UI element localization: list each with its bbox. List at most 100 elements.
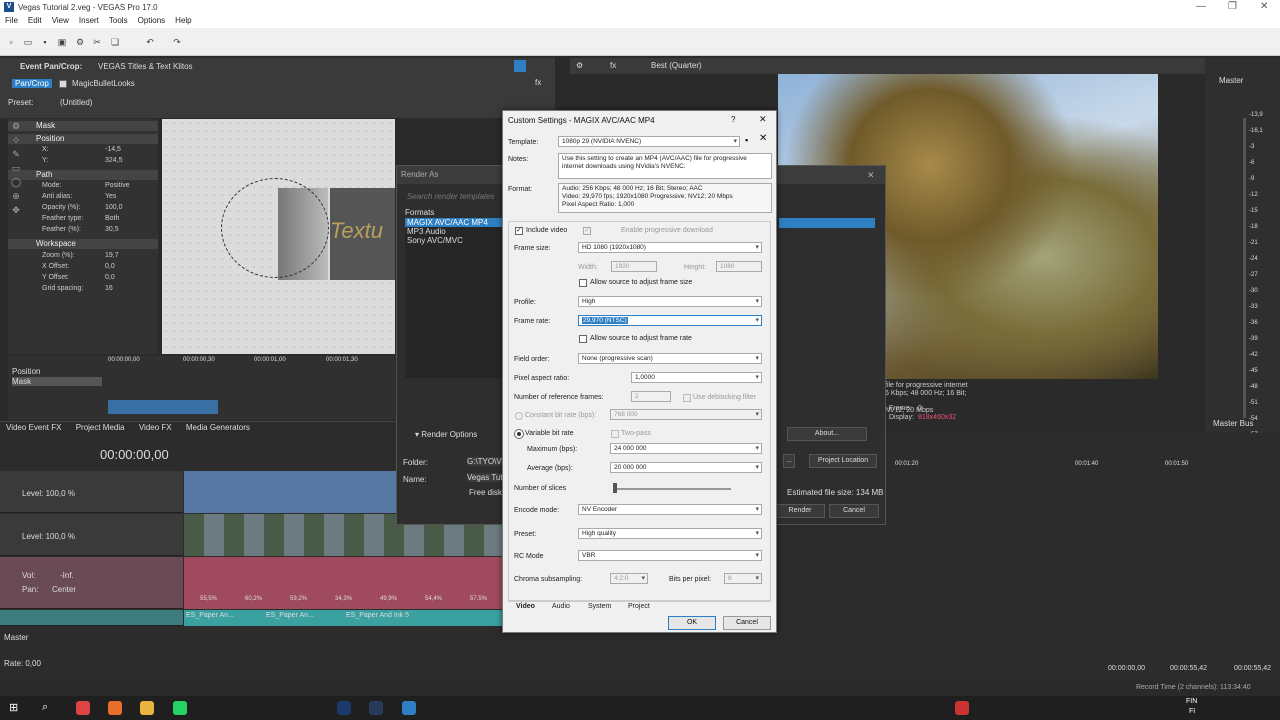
minimize-icon[interactable]: — bbox=[1196, 1, 1206, 12]
progressive-download-checkbox[interactable]: ✓ bbox=[583, 227, 591, 235]
chroma-select[interactable]: 4:2:0 bbox=[610, 573, 648, 584]
cancel-button[interactable]: Cancel bbox=[723, 616, 771, 630]
path-section[interactable]: Path bbox=[8, 170, 158, 180]
copy-icon[interactable]: ❏ bbox=[110, 37, 120, 47]
workspace-section[interactable]: Workspace bbox=[8, 239, 158, 249]
prop-feather[interactable]: Feather (%): 30,5 bbox=[8, 226, 158, 236]
allow-frame-rate-checkbox[interactable] bbox=[579, 335, 587, 343]
search-icon[interactable]: ⌕ bbox=[42, 701, 56, 715]
menu-view[interactable]: View bbox=[47, 15, 74, 26]
prop-opacity[interactable]: Opacity (%): 100,0 bbox=[8, 204, 158, 214]
rc-mode-select[interactable]: VBR bbox=[578, 550, 762, 561]
include-video-checkbox[interactable]: ✓ bbox=[515, 227, 523, 235]
track-header-2[interactable]: Level: 100,0 % bbox=[0, 514, 183, 556]
ok-button[interactable]: OK bbox=[668, 616, 716, 630]
move-icon[interactable]: ✥ bbox=[10, 205, 22, 217]
save-template-icon[interactable]: ▪ bbox=[745, 135, 748, 145]
prop-grid-spacing[interactable]: Grid spacing: 16 bbox=[8, 285, 158, 295]
prop-y-offset[interactable]: Y Offset: 0,0 bbox=[8, 274, 158, 284]
transport-controls[interactable] bbox=[190, 661, 590, 675]
language-indicator-sub[interactable]: FI bbox=[1189, 708, 1195, 715]
prop-zoom[interactable]: Zoom (%): 19,7 bbox=[8, 252, 158, 262]
dialog-close-icon[interactable]: ✕ bbox=[759, 114, 767, 125]
preset-select[interactable]: High quality bbox=[578, 528, 762, 539]
browse-button[interactable]: ... bbox=[783, 454, 795, 468]
prop-feather-type[interactable]: Feather type: Both bbox=[8, 215, 158, 225]
format-mp3[interactable]: MP3 Audio bbox=[405, 227, 505, 236]
whatsapp-icon[interactable] bbox=[173, 701, 187, 715]
vegas-taskbar-icon[interactable] bbox=[402, 701, 416, 715]
language-indicator[interactable]: FIN bbox=[1186, 698, 1197, 705]
slices-slider-thumb[interactable] bbox=[613, 483, 617, 493]
avg-bps-select[interactable]: 20 000 000 bbox=[610, 462, 762, 473]
frame-rate-select[interactable]: 29,970 (NTSC) bbox=[578, 315, 762, 326]
allow-frame-size-checkbox[interactable] bbox=[579, 279, 587, 287]
preset-value[interactable]: (Untitled) bbox=[60, 98, 92, 107]
enable-snapping-icon[interactable]: ⊹ bbox=[10, 135, 22, 147]
frame-size-select[interactable]: HD 1080 (1920x1080) bbox=[578, 242, 762, 253]
chrome-icon[interactable] bbox=[76, 701, 90, 715]
menu-tools[interactable]: Tools bbox=[104, 15, 133, 26]
tab-project[interactable]: Project bbox=[628, 603, 650, 610]
render-options-toggle[interactable]: ▾ Render Options bbox=[415, 430, 477, 439]
ellipse-mask-icon[interactable]: ◯ bbox=[10, 177, 22, 189]
deblocking-checkbox[interactable] bbox=[683, 394, 691, 402]
encode-mode-select[interactable]: NV Encoder bbox=[578, 504, 762, 515]
render-search-input[interactable]: Search render templates bbox=[407, 192, 495, 201]
cut-icon[interactable]: ✂ bbox=[92, 37, 102, 47]
tab-system[interactable]: System bbox=[588, 603, 611, 610]
text-clip-3[interactable]: ES_Paper And Ink 5 bbox=[346, 612, 409, 619]
rectangle-mask-icon[interactable]: ▭ bbox=[10, 163, 22, 175]
normal-edit-tool-icon[interactable]: ⚙ bbox=[10, 121, 22, 133]
ref-frames-input[interactable]: 2 bbox=[631, 391, 671, 402]
maximize-icon[interactable]: ❐ bbox=[1228, 1, 1237, 12]
menu-options[interactable]: Options bbox=[133, 15, 171, 26]
undo-icon[interactable]: ↶ bbox=[145, 37, 155, 47]
about-button[interactable]: About... bbox=[787, 427, 867, 441]
bits-per-pixel-select[interactable]: 8 bbox=[724, 573, 762, 584]
preview-quality-dropdown[interactable]: Best (Quarter) bbox=[651, 61, 702, 70]
name-input[interactable]: Vegas Tutori bbox=[467, 473, 503, 482]
new-icon[interactable]: ▫ bbox=[6, 37, 16, 47]
magic-bullet-checkbox[interactable]: ✓ bbox=[59, 80, 67, 88]
format-magix-avc[interactable]: MAGIX AVC/AAC MP4 bbox=[405, 218, 505, 227]
properties-icon[interactable]: ⚙ bbox=[75, 37, 85, 47]
cbr-radio[interactable] bbox=[515, 412, 523, 420]
render-cancel-button[interactable]: Cancel bbox=[829, 504, 879, 518]
close-icon[interactable]: ✕ bbox=[1260, 1, 1268, 12]
tab-audio[interactable]: Audio bbox=[552, 603, 570, 610]
prop-antialias[interactable]: Anti alias: Yes bbox=[8, 193, 158, 203]
render-as-close-icon[interactable]: ✕ bbox=[867, 170, 875, 181]
redo-icon[interactable]: ↷ bbox=[172, 37, 182, 47]
kf-position-label[interactable]: Position bbox=[12, 367, 40, 376]
text-clip-2[interactable]: ES_Paper An... bbox=[266, 612, 314, 619]
file-explorer-icon[interactable] bbox=[140, 701, 154, 715]
tab-video[interactable]: Video bbox=[516, 603, 535, 610]
keyframe-transport-controls[interactable] bbox=[108, 400, 218, 414]
zoom-icon[interactable]: ⊕ bbox=[10, 191, 22, 203]
photoshop-icon[interactable] bbox=[337, 701, 351, 715]
preview-fx-icon[interactable]: fx bbox=[610, 61, 616, 70]
slices-slider-track[interactable] bbox=[613, 488, 731, 490]
max-bps-select[interactable]: 24 000 000 bbox=[610, 443, 762, 454]
project-location-button[interactable]: Project Location bbox=[809, 454, 877, 468]
kf-mask-label[interactable]: Mask bbox=[12, 377, 102, 386]
delete-template-icon[interactable]: ✕ bbox=[759, 133, 767, 144]
sync-cursor-icon[interactable] bbox=[514, 60, 526, 72]
windows-start-icon[interactable]: ⊞ bbox=[9, 701, 23, 715]
preview-settings-icon[interactable]: ⚙ bbox=[576, 61, 583, 70]
tab-pancrop[interactable]: Pan/Crop bbox=[12, 79, 52, 88]
prop-y[interactable]: Y: 324,5 bbox=[8, 157, 158, 167]
prop-mode[interactable]: Mode: Positive bbox=[8, 182, 158, 192]
lightroom-icon[interactable] bbox=[369, 701, 383, 715]
ellipse-mask-outline[interactable] bbox=[221, 178, 329, 278]
tab-magic-bullet[interactable]: MagicBulletLooks bbox=[72, 79, 135, 88]
tab-project-media[interactable]: Project Media bbox=[70, 422, 131, 433]
help-icon[interactable]: ? bbox=[731, 115, 735, 124]
menu-insert[interactable]: Insert bbox=[74, 15, 104, 26]
vbr-radio[interactable] bbox=[514, 429, 524, 439]
notes-text[interactable]: Use this setting to create an MP4 (AVC/A… bbox=[558, 153, 772, 179]
position-section[interactable]: Position bbox=[8, 134, 158, 144]
selected-template-row[interactable] bbox=[779, 218, 875, 228]
height-input[interactable]: 1080 bbox=[716, 261, 762, 272]
